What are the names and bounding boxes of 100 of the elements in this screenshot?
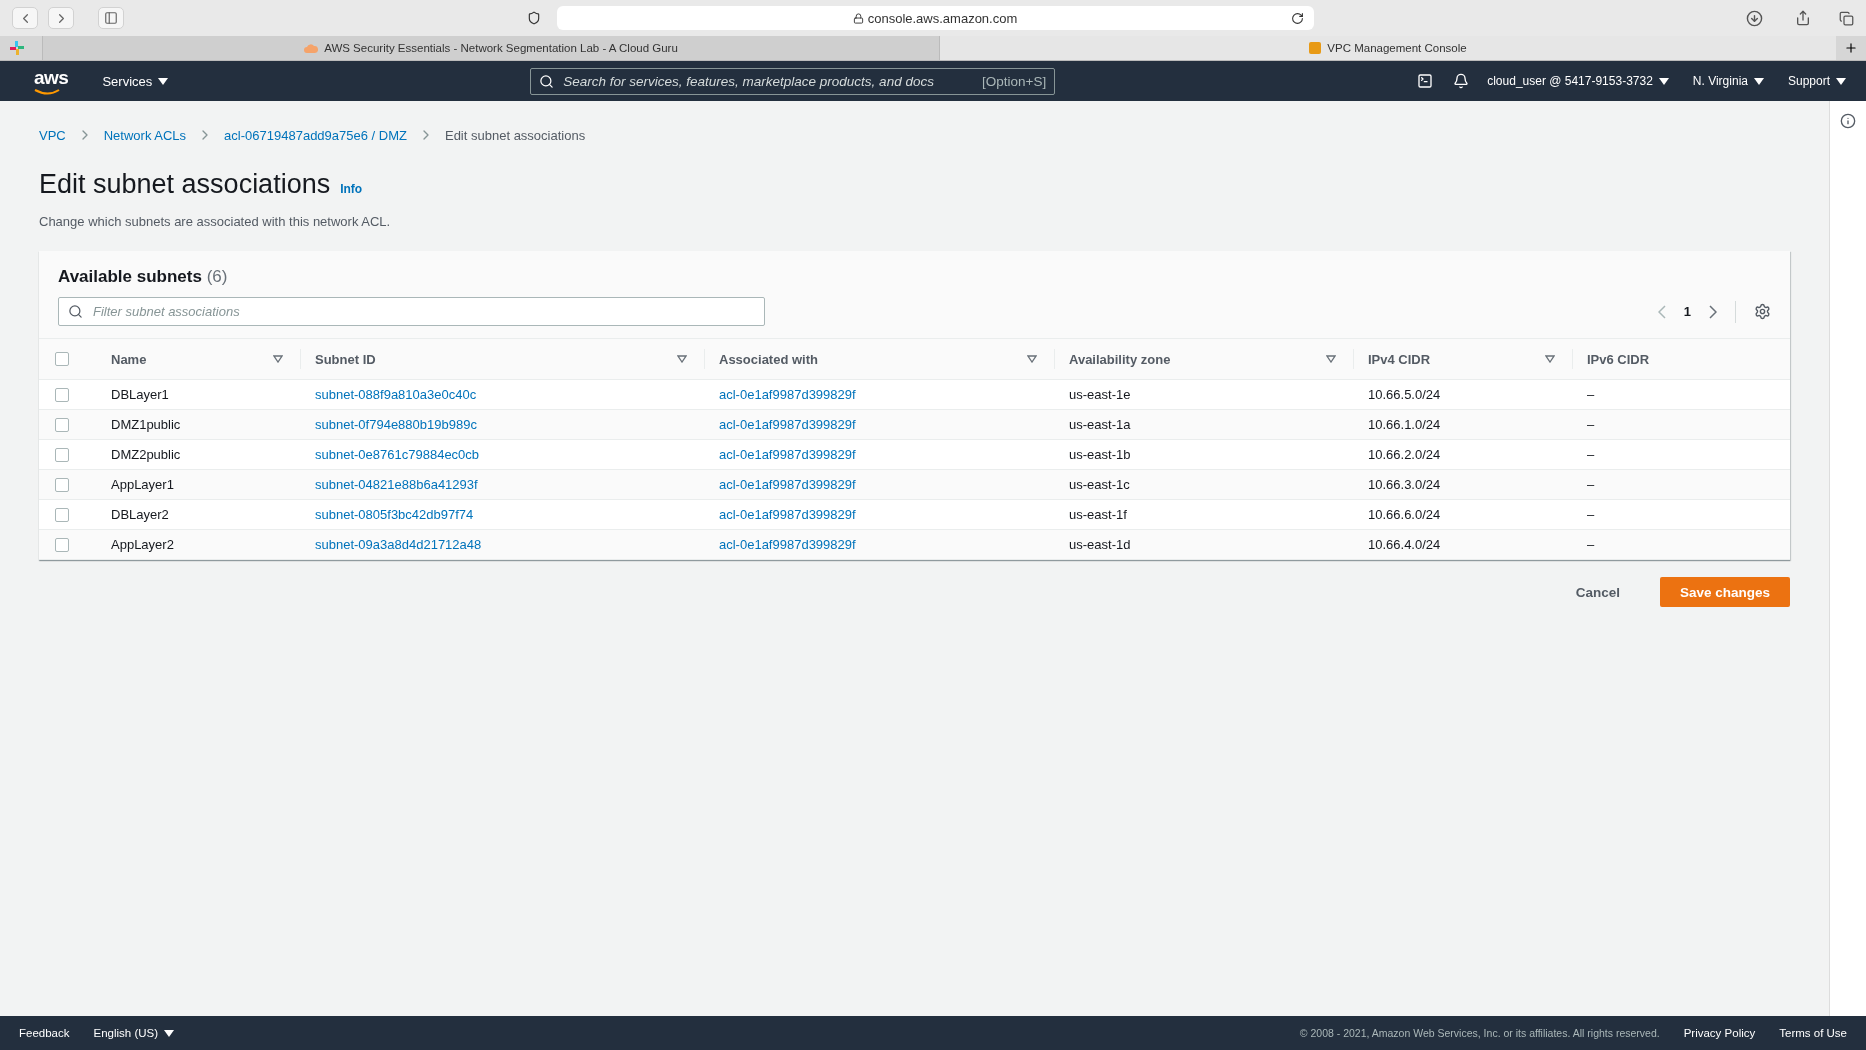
account-menu[interactable]: cloud_user @ 5417-9153-3732 (1487, 74, 1669, 88)
sort-icon[interactable] (677, 355, 687, 363)
settings-button[interactable] (1754, 303, 1771, 320)
caret-icon (164, 1029, 175, 1037)
table-cell: – (1587, 477, 1595, 492)
table-cell: 10.66.1.0/24 (1368, 417, 1441, 432)
forward-button[interactable] (48, 7, 74, 29)
table-cell: – (1587, 507, 1595, 522)
sort-icon[interactable] (1545, 355, 1555, 363)
cloud-icon (304, 43, 319, 53)
column-header[interactable]: Name (97, 338, 301, 380)
info-link[interactable]: Info (340, 182, 363, 196)
sidebar-toggle-button[interactable] (98, 7, 124, 29)
subnet-link[interactable]: subnet-0e8761c79884ec0cb (315, 447, 480, 462)
column-header[interactable]: Availability zone (1055, 338, 1354, 380)
table-cell: 10.66.2.0/24 (1368, 447, 1441, 462)
table-cell: AppLayer1 (111, 477, 174, 492)
aws-logo[interactable]: aws (34, 67, 69, 95)
table-cell: 10.66.3.0/24 (1368, 477, 1441, 492)
table-cell: DMZ1public (111, 417, 181, 432)
page-number[interactable]: 1 (1679, 304, 1695, 319)
row-checkbox[interactable] (55, 447, 69, 462)
table-cell: DBLayer1 (111, 387, 169, 402)
table-cell: 10.66.5.0/24 (1368, 387, 1441, 402)
table-cell: us-east-1e (1069, 387, 1131, 402)
page-description: Change which subnets are associated with this network ACL. (39, 214, 392, 229)
caret-icon (1753, 77, 1764, 85)
caret-icon (1836, 77, 1846, 85)
row-checkbox[interactable] (55, 537, 69, 552)
lock-icon (852, 12, 864, 24)
table-cell: – (1587, 417, 1595, 432)
back-button[interactable] (12, 7, 38, 29)
table-cell: us-east-1c (1069, 477, 1130, 492)
acl-link[interactable]: acl-0e1af9987d399829f (719, 507, 856, 522)
subnet-link[interactable]: subnet-088f9a810a3e0c40c (315, 387, 477, 402)
filter-field[interactable]: Filter subnet associations (58, 297, 765, 326)
language-menu[interactable]: English (US) (93, 1027, 175, 1039)
table-cell: 10.66.6.0/24 (1368, 507, 1441, 522)
search-icon (68, 304, 83, 319)
acl-link[interactable]: acl-0e1af9987d399829f (719, 447, 856, 462)
tabs-icon[interactable] (1839, 10, 1854, 26)
row-checkbox[interactable] (55, 507, 69, 522)
privacy-link[interactable]: Privacy Policy (1683, 1027, 1756, 1039)
share-icon[interactable] (1795, 10, 1811, 26)
cancel-button[interactable]: Cancel (1555, 578, 1640, 606)
card-title: Available subnets (6) (58, 267, 229, 287)
subnet-link[interactable]: subnet-0805f3bc42db97f74 (315, 507, 474, 522)
copyright-text: © 2008 - 2021, Amazon Web Services, Inc. or its affiliates. All rights reserved. (1299, 1027, 1660, 1039)
acl-link[interactable]: acl-0e1af9987d399829f (719, 417, 856, 432)
column-header[interactable]: IPv6 CIDR (1573, 338, 1790, 380)
acl-link[interactable]: acl-0e1af9987d399829f (719, 537, 856, 552)
row-checkbox[interactable] (55, 477, 69, 492)
chevron-right-icon (1709, 304, 1717, 319)
table-cell: – (1587, 537, 1595, 552)
services-menu[interactable]: Services (102, 73, 169, 89)
table-cell: us-east-1b (1069, 447, 1131, 462)
support-menu[interactable]: Support (1787, 74, 1846, 88)
caret-icon (158, 77, 169, 85)
table-cell: DMZ2public (111, 447, 181, 462)
select-all-checkbox[interactable] (55, 352, 69, 366)
breadcrumb-current: Edit subnet associations (444, 127, 586, 143)
next-page-button[interactable] (1709, 304, 1717, 319)
new-tab-icon[interactable] (1844, 41, 1858, 55)
acl-link[interactable]: acl-0e1af9987d399829f (719, 477, 856, 492)
column-header[interactable]: Subnet ID (301, 338, 705, 380)
sidebar-icon (104, 11, 118, 25)
table-cell: us-east-1a (1069, 417, 1131, 432)
table-cell: us-east-1d (1069, 537, 1131, 552)
sort-icon[interactable] (273, 355, 283, 363)
table-cell: AppLayer2 (111, 537, 174, 552)
page-title: Edit subnet associations (39, 169, 331, 200)
breadcrumb-link[interactable]: acl-06719487add9a75e6 / DMZ (224, 127, 407, 143)
download-icon[interactable] (1746, 9, 1763, 27)
sort-icon[interactable] (1326, 355, 1336, 363)
sort-icon[interactable] (1027, 355, 1037, 363)
table-cell: 10.66.4.0/24 (1368, 537, 1441, 552)
terminal-icon[interactable] (1417, 73, 1434, 89)
chevron-left-icon (1657, 304, 1666, 319)
caret-icon (1658, 77, 1669, 85)
bell-icon[interactable] (1453, 73, 1470, 89)
breadcrumb-link[interactable]: VPC (39, 127, 66, 143)
reload-icon[interactable] (1290, 11, 1304, 25)
feedback-link[interactable]: Feedback (19, 1027, 70, 1039)
table-cell: us-east-1f (1069, 507, 1127, 522)
browser-tab[interactable]: AWS Security Essentials - Network Segmentation Lab - A Cloud Guru (42, 36, 939, 60)
row-checkbox[interactable] (55, 417, 69, 432)
search-field[interactable]: Search for services, features, marketplace products, and docs [Option+S] (530, 67, 1056, 95)
browser-tab[interactable]: VPC Management Console (939, 36, 1836, 60)
box-icon (1309, 42, 1322, 54)
column-header[interactable]: IPv4 CIDR (1354, 338, 1573, 380)
terms-link[interactable]: Terms of Use (1779, 1027, 1847, 1039)
region-menu[interactable]: N. Virginia (1692, 74, 1764, 88)
search-icon (539, 73, 555, 89)
shield-icon (526, 11, 541, 25)
row-checkbox[interactable] (55, 387, 69, 402)
column-header[interactable]: Associated with (705, 338, 1055, 380)
table-cell: DBLayer2 (111, 507, 169, 522)
acl-link[interactable]: acl-0e1af9987d399829f (719, 387, 856, 402)
info-icon[interactable] (1840, 113, 1856, 129)
breadcrumb-link[interactable]: Network ACLs (103, 127, 187, 143)
